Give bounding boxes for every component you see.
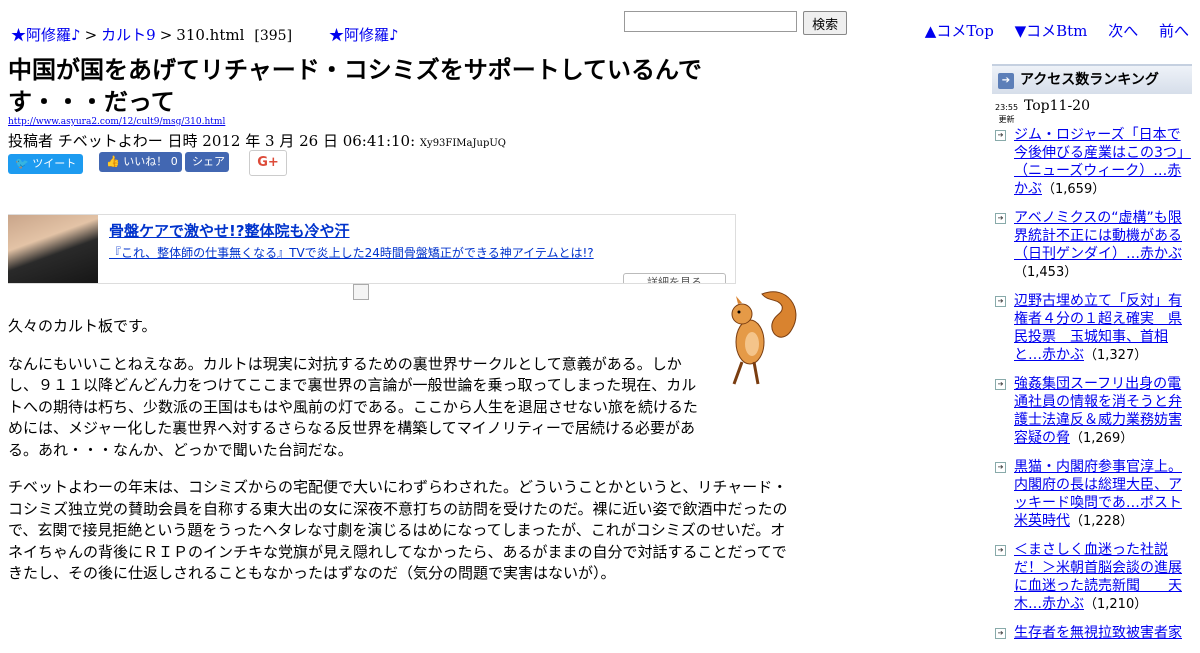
- breadcrumb: ★阿修羅♪ > カルト9 >310.html [395] ★阿修羅♪: [11, 24, 399, 45]
- prev-link[interactable]: 前へ: [1159, 22, 1189, 40]
- page-name: 310.html: [176, 26, 245, 44]
- search-input[interactable]: [624, 11, 797, 32]
- post-count: [395]: [254, 28, 293, 44]
- body-paragraph: 久々のカルト板です。: [8, 317, 157, 335]
- ad-headline[interactable]: 骨盤ケアで激やせ!?整体院も冷や汗: [109, 220, 350, 241]
- ranking-item-count: （1,659）: [1042, 182, 1106, 197]
- google-plus-button[interactable]: G+: [249, 150, 287, 176]
- comment-top-link[interactable]: ▲コメTop: [925, 22, 994, 40]
- link-arrow-icon: ➔: [995, 545, 1006, 556]
- comment-navigation: ▲コメTop ▼コメBtm 次へ 前へ: [909, 20, 1189, 41]
- broken-image-icon: [353, 284, 369, 300]
- tweet-label: ツイート: [32, 157, 77, 170]
- ranking-item-link[interactable]: 生存者を無視拉致被害者家: [1014, 625, 1182, 641]
- ranking-item: ➔ 生存者を無視拉致被害者家: [992, 624, 1192, 643]
- link-arrow-icon: ➔: [995, 130, 1006, 141]
- like-button[interactable]: 👍 いいね！ 0: [99, 152, 182, 172]
- link-arrow-icon: ➔: [995, 296, 1006, 307]
- ranking-item: ➔ 強姦集団スーフリ出身の電通社員の情報を消そうと弁護士法違反＆威力業務妨害容疑の…: [992, 375, 1192, 448]
- search-form: 検索: [624, 11, 848, 35]
- ad-banner[interactable]: 骨盤ケアで激やせ!?整体院も冷や汗 『これ、整体師の仕事無くなる』TVで炎上した…: [8, 214, 736, 284]
- ad-thumbnail[interactable]: [8, 215, 98, 283]
- site-link-secondary[interactable]: ★阿修羅♪: [329, 24, 399, 45]
- post-uid: Xy93FIMaJupUQ: [419, 138, 506, 149]
- ranking-updated-label: 更新: [998, 115, 1015, 124]
- next-link[interactable]: 次へ: [1108, 22, 1138, 40]
- thumbs-up-icon: 👍: [106, 155, 120, 168]
- ranking-list: ➔ ジム・ロジャーズ「日本で今後伸びる産業はこの3つ」（ニューズウィーク）…赤かぶ…: [992, 126, 1192, 653]
- breadcrumb-separator: >: [84, 26, 98, 44]
- board-link[interactable]: カルト9: [101, 26, 156, 44]
- ranking-item-count: （1,453）: [1014, 265, 1078, 280]
- ad-more-button[interactable]: 詳細を見る: [623, 273, 726, 283]
- site-link[interactable]: ★阿修羅♪: [11, 26, 81, 44]
- ranking-item: ➔ 辺野古埋め立て「反対」有権者４分の１超え確実 県民投票 玉城知事、首相と…赤か…: [992, 292, 1192, 365]
- ranking-header: ➔ アクセス数ランキング: [992, 64, 1192, 94]
- ranking-item-link[interactable]: アベノミクスの“虚構”も限界統計不正には動機がある（日刊ゲンダイ）…赤かぶ: [1014, 210, 1182, 262]
- comment-bottom-link[interactable]: ▼コメBtm: [1015, 22, 1088, 40]
- ranking-item-count: （1,210）: [1084, 597, 1148, 612]
- ranking-item: ➔ ＜まさしく血迷った社説だ！＞米朝首脳会談の進展に血迷った読売新聞 天木…赤かぶ…: [992, 541, 1192, 614]
- ranking-time: 23:55: [995, 103, 1019, 112]
- access-ranking: ➔ アクセス数ランキング 23:55 更新 Top11-20 ➔ ジム・ロジャーズ…: [992, 64, 1192, 641]
- link-arrow-icon: ➔: [995, 213, 1006, 224]
- ranking-item: ➔ アベノミクスの“虚構”も限界統計不正には動機がある（日刊ゲンダイ）…赤かぶ （1…: [992, 209, 1192, 282]
- post-url-link[interactable]: http://www.asyura2.com/12/cult9/msg/310.…: [8, 117, 225, 127]
- post-body: 久々のカルト板です。 なんにもいいことねえなあ。カルトは現実に対抗するための裏世…: [8, 316, 793, 601]
- share-button[interactable]: シェア: [185, 152, 229, 172]
- ranking-title: アクセス数ランキング: [1020, 72, 1159, 88]
- ad-description[interactable]: 『これ、整体師の仕事無くなる』TVで炎上した24時間骨盤矯正ができる神アイテムと…: [109, 244, 594, 261]
- post-author-date: 投稿者 チベットよわー 日時 2012 年 3 月 26 日 06:41:10:: [8, 132, 416, 150]
- search-button[interactable]: 検索: [803, 11, 848, 35]
- ranking-range: Top11-20: [1024, 98, 1091, 114]
- ranking-item: ➔ 黒猫・内閣府参事官淳上。内閣府の長は総理大臣、アッキード喚問であ…ポスト米英時…: [992, 458, 1192, 531]
- post-meta: 投稿者 チベットよわー 日時 2012 年 3 月 26 日 06:41:10:…: [8, 130, 506, 151]
- body-paragraph: なんにもいいことねえなあ。カルトは現実に対抗するための裏世界サークルとして意義が…: [8, 354, 698, 459]
- ranking-updated: 23:55 更新: [995, 102, 1018, 126]
- breadcrumb-separator: >: [159, 26, 173, 44]
- ranking-item-count: （1,269）: [1070, 431, 1134, 446]
- like-label: いいね！ 0: [123, 155, 178, 168]
- ranking-item-count: （1,228）: [1070, 514, 1134, 529]
- link-arrow-icon: ➔: [995, 462, 1006, 473]
- link-arrow-icon: ➔: [995, 379, 1006, 390]
- arrow-right-icon: ➔: [998, 73, 1014, 89]
- tweet-button[interactable]: 🐦 ツイート: [8, 154, 83, 174]
- twitter-bird-icon: 🐦: [15, 157, 29, 170]
- post-title: 中国が国をあげてリチャード・コシミズをサポートしているんです・・・だって: [8, 56, 702, 116]
- body-paragraph: チベットよわーの年末は、コシミズからの宅配便で大いにわずらわされた。どういうこと…: [8, 478, 788, 582]
- ranking-item-count: （1,327）: [1084, 348, 1148, 363]
- ranking-item: ➔ ジム・ロジャーズ「日本で今後伸びる産業はこの3つ」（ニューズウィーク）…赤かぶ…: [992, 126, 1192, 199]
